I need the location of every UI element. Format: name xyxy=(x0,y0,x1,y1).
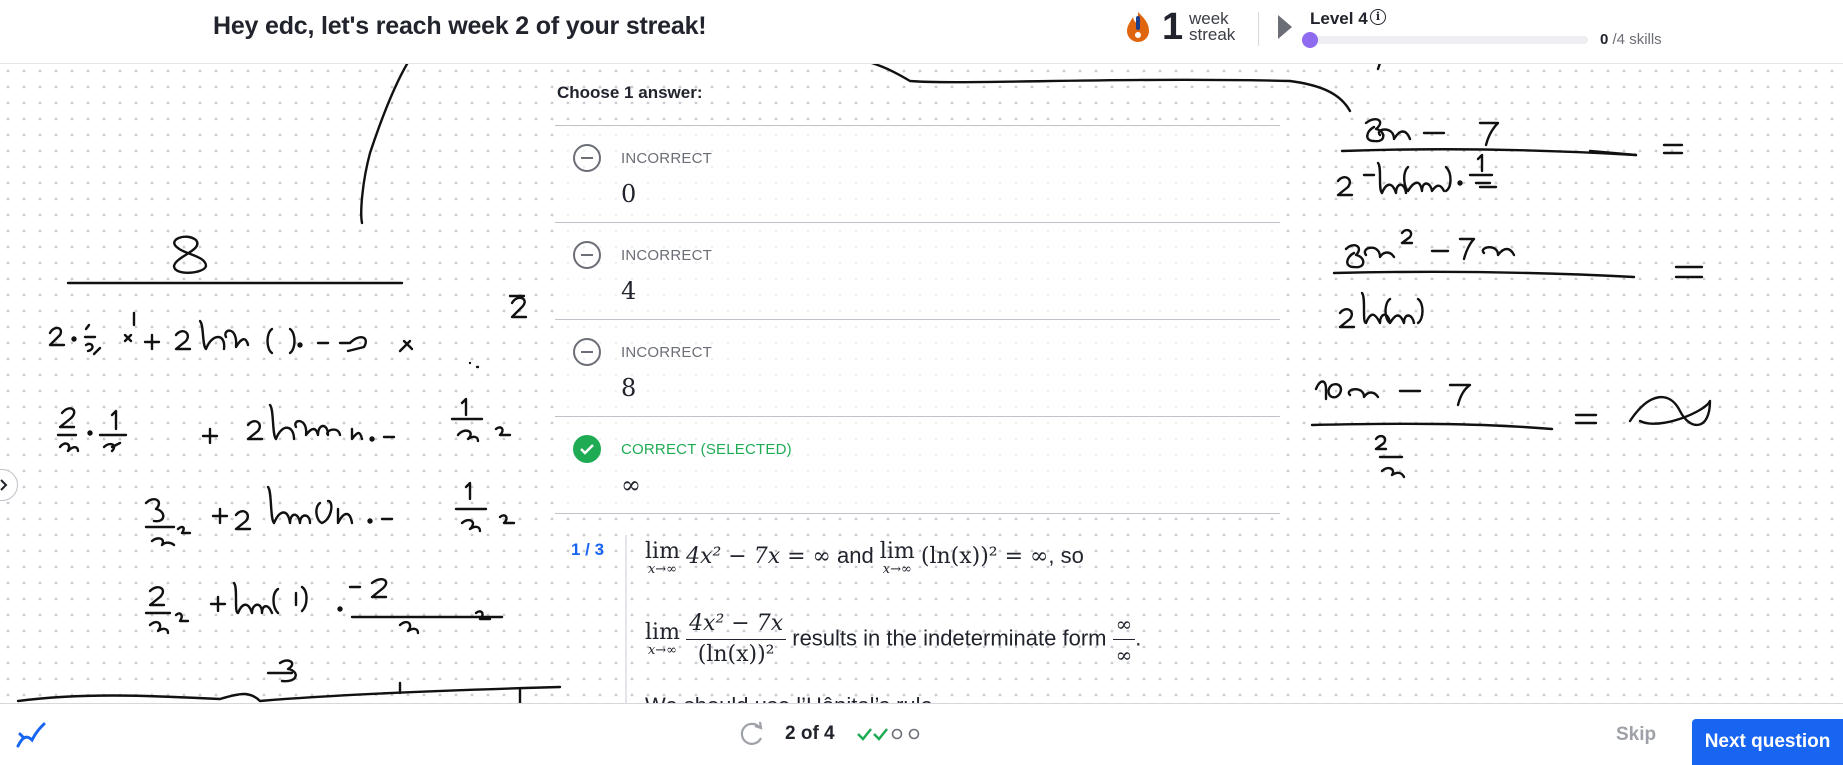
check-icon xyxy=(873,728,888,741)
minus-circle-icon xyxy=(573,241,601,269)
exercise-panel: Choose 1 answer: INCORRECT 0 INCORRECT 4… xyxy=(555,63,1280,719)
streak-flame-icon[interactable] xyxy=(1124,10,1152,44)
circle-icon xyxy=(908,728,920,740)
so-word: , so xyxy=(1048,543,1084,568)
choice-value: ∞ xyxy=(621,471,641,499)
inf-fraction: ∞ ∞ xyxy=(1112,609,1136,670)
lim-sub: x→∞ xyxy=(647,562,677,577)
answer-choice-4[interactable]: CORRECT (SELECTED) ∞ xyxy=(555,417,1280,514)
question-counter: 2 of 4 xyxy=(785,723,835,744)
hint-content: lim x→∞ 4x² − 7x = ∞ and lim x→∞ (ln(x))² … xyxy=(645,541,1265,719)
lim-word: lim xyxy=(879,539,915,564)
choice-status: CORRECT (SELECTED) xyxy=(621,441,792,458)
limit-expression: lim x→∞ xyxy=(645,619,680,658)
limit-expression: lim x→∞ xyxy=(645,541,680,577)
check-icon xyxy=(857,728,872,741)
minus-circle-icon xyxy=(573,338,601,366)
choice-value: 0 xyxy=(621,180,637,208)
hint-line-2: lim x→∞ 4x² − 7x (ln(x))² results in the i… xyxy=(645,609,1141,670)
choice-status: INCORRECT xyxy=(621,247,712,264)
choice-status: INCORRECT xyxy=(621,344,712,361)
hint-step-counter: 1 / 3 xyxy=(571,540,605,559)
minus-circle-icon xyxy=(573,144,601,172)
math-expr-1: 4x² − 7x = ∞ xyxy=(686,544,831,569)
header: Hey edc, let's reach week 2 of your stre… xyxy=(0,0,1843,64)
answer-choice-3[interactable]: INCORRECT 8 xyxy=(555,320,1280,417)
skills-total: /4 skills xyxy=(1608,31,1662,48)
limit-expression: lim x→∞ xyxy=(880,541,915,577)
lim-word: lim xyxy=(645,539,680,564)
fraction: 4x² − 7x (ln(x))² xyxy=(686,609,787,670)
fraction-numerator: 4x² − 7x xyxy=(686,609,787,640)
skills-progress-text: 0 /4 skills xyxy=(1600,31,1662,48)
footer: 2 of 4 Skip Next question xyxy=(0,703,1843,765)
lim-sub: x→∞ xyxy=(882,562,912,577)
fraction-denominator: (ln(x))² xyxy=(697,642,775,667)
level-progress-indicator xyxy=(1302,32,1318,48)
pen-icon[interactable] xyxy=(14,720,48,750)
lim-word: lim xyxy=(645,619,680,645)
answer-choice-1[interactable]: INCORRECT 0 xyxy=(555,126,1280,223)
circle-icon xyxy=(891,728,903,740)
period: . xyxy=(1135,625,1142,651)
streak-count: 1 xyxy=(1162,6,1184,48)
inf-denominator: ∞ xyxy=(1115,643,1133,667)
chevron-right-icon xyxy=(0,479,8,491)
skip-button[interactable]: Skip xyxy=(1616,724,1656,746)
check-circle-icon xyxy=(573,435,601,463)
choice-status: INCORRECT xyxy=(621,150,712,167)
header-divider xyxy=(1258,12,1259,46)
inf-numerator: ∞ xyxy=(1112,609,1136,640)
hint-line-1: lim x→∞ 4x² − 7x = ∞ and lim x→∞ (ln(x))² … xyxy=(645,541,1265,577)
progress-dots xyxy=(857,728,920,741)
play-icon[interactable] xyxy=(1278,15,1292,39)
answer-choices: INCORRECT 0 INCORRECT 4 INCORRECT 8 CORR… xyxy=(555,125,1280,514)
and-word: and xyxy=(830,543,880,568)
choice-value: 4 xyxy=(621,277,637,305)
streak-label-line2: streak xyxy=(1189,25,1236,44)
level-progress-bar xyxy=(1306,36,1588,44)
level-label: Level 4 xyxy=(1310,9,1368,28)
lim-sub: x→∞ xyxy=(647,642,677,658)
hint-divider xyxy=(625,535,627,703)
choose-answer-label: Choose 1 answer: xyxy=(557,83,703,102)
streak-title: Hey edc, let's reach week 2 of your stre… xyxy=(213,12,707,40)
refresh-icon[interactable] xyxy=(736,720,766,746)
math-expr-2: (ln(x))² = ∞ xyxy=(920,544,1049,569)
info-icon[interactable]: i xyxy=(1370,9,1386,25)
indeterminate-text: results in the indeterminate form xyxy=(786,625,1113,651)
streak-label: week streak xyxy=(1189,10,1236,44)
next-question-button[interactable]: Next question xyxy=(1692,719,1843,765)
answer-choice-2[interactable]: INCORRECT 4 xyxy=(555,223,1280,320)
choice-value: 8 xyxy=(621,374,637,402)
